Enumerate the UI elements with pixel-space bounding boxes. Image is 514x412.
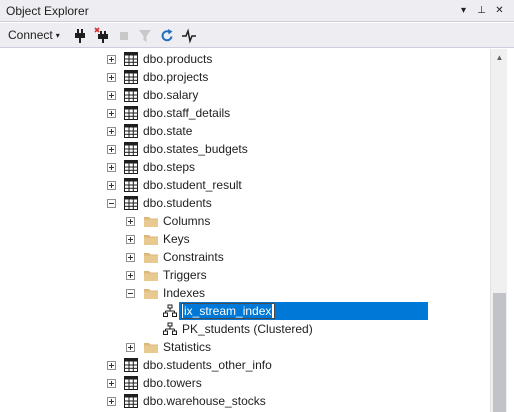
tree-item-label: dbo.salary [143, 88, 199, 102]
tree-item-label: dbo.students [143, 196, 212, 210]
scroll-thumb[interactable] [493, 293, 506, 412]
tree-item-label: dbo.student_result [143, 178, 242, 192]
selected-row-highlight: ix_stream_index [179, 302, 428, 320]
folder-icon [144, 235, 158, 245]
table-icon [124, 70, 138, 84]
table-icon [124, 106, 138, 120]
folder-icon [144, 289, 158, 299]
tree-item[interactable]: Triggers [0, 266, 490, 284]
tree-item[interactable]: dbo.student_result [0, 176, 490, 194]
tree-item[interactable]: dbo.states_budgets [0, 140, 490, 158]
tree-item[interactable]: Constraints [0, 248, 490, 266]
tree-item-label: Triggers [163, 268, 207, 282]
expand-icon[interactable] [126, 235, 135, 244]
activity-monitor-icon[interactable] [181, 27, 197, 44]
refresh-icon[interactable] [159, 27, 175, 44]
table-icon [124, 394, 138, 408]
rename-input[interactable]: ix_stream_index [181, 303, 276, 319]
table-icon [124, 160, 138, 174]
collapse-icon[interactable] [107, 199, 116, 208]
expand-icon[interactable] [107, 73, 116, 82]
expand-icon[interactable] [107, 127, 116, 136]
table-icon [124, 124, 138, 138]
tree-item-label: Indexes [163, 286, 206, 300]
tree-item-label: dbo.students_other_info [143, 358, 272, 372]
expand-icon[interactable] [107, 145, 116, 154]
table-icon [124, 178, 138, 192]
expand-icon[interactable] [126, 343, 135, 352]
tree-item-label: Keys [163, 232, 190, 246]
table-icon [124, 88, 138, 102]
vertical-scrollbar[interactable]: ▲ [490, 49, 507, 412]
collapse-icon[interactable] [126, 289, 135, 298]
expand-icon[interactable] [107, 109, 116, 118]
tree-item[interactable]: Statistics [0, 338, 490, 356]
rename-input-text: ix_stream_index [183, 304, 273, 318]
object-explorer-tree: dbo.products dbo.projects dbo.salary dbo.st… [0, 49, 490, 412]
tree-item[interactable]: dbo.projects [0, 68, 490, 86]
folder-icon [144, 217, 158, 227]
tree-item-label: dbo.states_budgets [143, 142, 248, 156]
tree-item[interactable]: Keys [0, 230, 490, 248]
table-icon [124, 142, 138, 156]
tree-item-label: dbo.staff_details [143, 106, 231, 120]
panel-title: Object Explorer [6, 4, 89, 18]
tree-item[interactable]: dbo.steps [0, 158, 490, 176]
tree-item-label: dbo.state [143, 124, 193, 138]
index-icon [163, 304, 177, 317]
table-icon [124, 358, 138, 372]
expand-icon[interactable] [107, 379, 116, 388]
tree-item[interactable]: dbo.students [0, 194, 490, 212]
tree-item[interactable]: dbo.warehouse_stocks [0, 392, 490, 410]
expand-icon[interactable] [126, 253, 135, 262]
table-icon [124, 376, 138, 390]
tree-item-label: Constraints [163, 250, 224, 264]
tree-item-label: dbo.projects [143, 70, 209, 84]
expand-icon[interactable] [107, 91, 116, 100]
tree-item-label: Columns [163, 214, 211, 228]
pin-icon[interactable]: ⊥ [473, 2, 490, 19]
close-icon[interactable]: ✕ [491, 2, 508, 19]
tree-item-label: dbo.towers [143, 376, 202, 390]
tree-item[interactable]: dbo.products [0, 50, 490, 68]
disconnect-plug-icon[interactable] [94, 27, 110, 44]
expand-icon[interactable] [107, 163, 116, 172]
tree-item-label: Statistics [163, 340, 212, 354]
expand-icon[interactable] [107, 55, 116, 64]
scroll-up-arrow-icon[interactable]: ▲ [491, 49, 508, 66]
table-icon [124, 52, 138, 66]
chevron-down-icon: ▾ [55, 31, 60, 40]
folder-icon [144, 271, 158, 281]
tree-item[interactable]: Columns [0, 212, 490, 230]
index-icon [163, 322, 177, 335]
tree-item-label: dbo.warehouse_stocks [143, 394, 266, 408]
tree-item[interactable]: dbo.students_other_info [0, 356, 490, 374]
expand-icon[interactable] [107, 181, 116, 190]
tree-item-label: PK_students (Clustered) [182, 322, 313, 336]
panel-edge [507, 49, 514, 412]
tree-item-label: dbo.steps [143, 160, 196, 174]
expand-icon[interactable] [126, 271, 135, 280]
tree-item[interactable]: dbo.staff_details [0, 104, 490, 122]
title-bar: Object Explorer ▾ ⊥ ✕ [0, 0, 514, 22]
stop-icon[interactable] [116, 27, 132, 44]
folder-icon [144, 343, 158, 353]
connect-label: Connect [8, 28, 53, 42]
toolbar: Connect ▾ [0, 23, 514, 48]
filter-icon[interactable] [137, 27, 153, 44]
expand-icon[interactable] [107, 397, 116, 406]
tree-item[interactable]: PK_students (Clustered) [0, 320, 490, 338]
window-position-dropdown-icon[interactable]: ▾ [455, 2, 472, 19]
tree-item[interactable]: dbo.state [0, 122, 490, 140]
tree-item[interactable]: Indexes [0, 284, 490, 302]
tree-item-label: dbo.products [143, 52, 213, 66]
table-icon [124, 196, 138, 210]
expand-icon[interactable] [107, 361, 116, 370]
expand-icon[interactable] [126, 217, 135, 226]
tree-item[interactable]: dbo.salary [0, 86, 490, 104]
tree-item[interactable]: dbo.towers [0, 374, 490, 392]
folder-icon [144, 253, 158, 263]
connect-button[interactable]: Connect ▾ [4, 27, 64, 44]
connect-plug-icon[interactable] [72, 27, 88, 44]
